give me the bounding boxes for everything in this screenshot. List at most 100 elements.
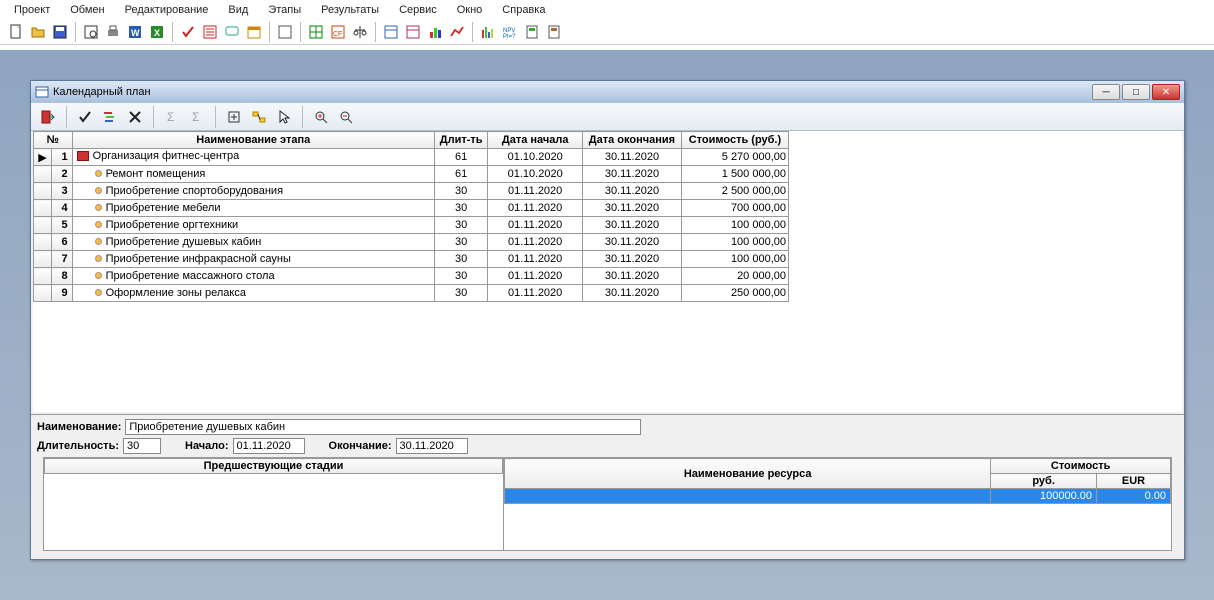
table-row[interactable]: 4Приобретение мебели3001.11.202030.11.20… xyxy=(34,200,789,217)
chart2-icon[interactable] xyxy=(447,22,467,42)
cell-de: 30.11.2020 xyxy=(583,251,682,268)
stages-table-wrap: № Наименование этапа Длит-ть Дата начала… xyxy=(33,131,1182,302)
table-row[interactable]: 7Приобретение инфракрасной сауны3001.11.… xyxy=(34,251,789,268)
row-pointer xyxy=(34,217,52,234)
menu-help[interactable]: Справка xyxy=(492,2,555,18)
table2-icon[interactable] xyxy=(403,22,423,42)
eur-header[interactable]: EUR xyxy=(1096,474,1170,489)
chat-icon[interactable] xyxy=(222,22,242,42)
close-button[interactable]: ✕ xyxy=(1152,84,1180,100)
cost-header[interactable]: Стоимость xyxy=(991,459,1171,474)
excel-icon[interactable]: X xyxy=(147,22,167,42)
table-row[interactable]: ▶1Организация фитнес-центра6101.10.20203… xyxy=(34,149,789,166)
predecessors-body[interactable] xyxy=(44,474,503,534)
cell-dur: 30 xyxy=(434,251,487,268)
apply-icon[interactable] xyxy=(74,106,96,128)
table-row[interactable]: 3Приобретение спортоборудования3001.11.2… xyxy=(34,183,789,200)
word-icon[interactable]: W xyxy=(125,22,145,42)
col-num[interactable]: № xyxy=(34,132,73,149)
row-number: 7 xyxy=(51,251,72,268)
npv-icon[interactable]: NPVPI=? xyxy=(500,22,520,42)
resource-name-cell xyxy=(505,489,991,504)
rub-header[interactable]: руб. xyxy=(991,474,1097,489)
add-icon[interactable] xyxy=(223,106,245,128)
svg-text:PI=?: PI=? xyxy=(503,34,516,40)
sum2-icon[interactable]: Σ xyxy=(186,106,208,128)
window-title: Календарный план xyxy=(53,86,151,98)
cell-cost: 1 500 000,00 xyxy=(681,166,788,183)
menu-stages[interactable]: Этапы xyxy=(258,2,311,18)
row-pointer xyxy=(34,268,52,285)
table1-icon[interactable] xyxy=(381,22,401,42)
row-pointer xyxy=(34,200,52,217)
resource-name-header[interactable]: Наименование ресурса xyxy=(505,459,991,489)
table-row[interactable]: 8Приобретение массажного стола3001.11.20… xyxy=(34,268,789,285)
table-row[interactable]: 5Приобретение оргтехники3001.11.202030.1… xyxy=(34,217,789,234)
menu-edit[interactable]: Редактирование xyxy=(115,2,219,18)
sum1-icon[interactable]: Σ xyxy=(161,106,183,128)
new-icon[interactable] xyxy=(6,22,26,42)
cell-ds: 01.11.2020 xyxy=(488,234,583,251)
table-row[interactable]: 2Ремонт помещения6101.10.202030.11.20201… xyxy=(34,166,789,183)
cell-cost: 20 000,00 xyxy=(681,268,788,285)
menu-service[interactable]: Сервис xyxy=(389,2,447,18)
main-toolbar: W X CF NPVPI=? xyxy=(0,20,1214,45)
titlebar[interactable]: Календарный план ─ □ ✕ xyxy=(31,81,1184,103)
open-icon[interactable] xyxy=(28,22,48,42)
cell-ds: 01.11.2020 xyxy=(488,251,583,268)
name-input[interactable] xyxy=(125,419,641,435)
workspace: Календарный план ─ □ ✕ Σ Σ xyxy=(0,50,1214,600)
zoom-in-icon[interactable] xyxy=(310,106,332,128)
table-row[interactable]: 9Оформление зоны релакса3001.11.202030.1… xyxy=(34,285,789,302)
calendar-icon[interactable] xyxy=(244,22,264,42)
link-icon[interactable] xyxy=(248,106,270,128)
col-start[interactable]: Дата начала xyxy=(488,132,583,149)
menu-view[interactable]: Вид xyxy=(218,2,258,18)
resource-row[interactable]: 100000.00 0.00 xyxy=(505,489,1171,504)
report2-icon[interactable] xyxy=(544,22,564,42)
col-cost[interactable]: Стоимость (руб.) xyxy=(681,132,788,149)
preview-icon[interactable] xyxy=(81,22,101,42)
cell-dur: 30 xyxy=(434,183,487,200)
stages-table[interactable]: № Наименование этапа Длит-ть Дата начала… xyxy=(33,131,789,302)
save-icon[interactable] xyxy=(50,22,70,42)
row-number: 8 xyxy=(51,268,72,285)
start-input[interactable] xyxy=(233,438,305,454)
col-name[interactable]: Наименование этапа xyxy=(72,132,434,149)
menu-results[interactable]: Результаты xyxy=(311,2,389,18)
row-pointer xyxy=(34,251,52,268)
svg-text:X: X xyxy=(154,28,160,38)
menu-exchange[interactable]: Обмен xyxy=(60,2,114,18)
cell-dur: 30 xyxy=(434,285,487,302)
end-input[interactable] xyxy=(396,438,468,454)
cell-cost: 2 500 000,00 xyxy=(681,183,788,200)
col-end[interactable]: Дата окончания xyxy=(583,132,682,149)
pointer-icon[interactable] xyxy=(273,106,295,128)
menu-window[interactable]: Окно xyxy=(447,2,493,18)
print-icon[interactable] xyxy=(103,22,123,42)
predecessors-header[interactable]: Предшествующие стадии xyxy=(45,459,503,474)
form-icon[interactable] xyxy=(275,22,295,42)
resources-body[interactable] xyxy=(504,504,1171,550)
check-icon[interactable] xyxy=(178,22,198,42)
table-blank xyxy=(33,302,1182,412)
exit-icon[interactable] xyxy=(37,106,59,128)
gantt-icon[interactable] xyxy=(99,106,121,128)
cell-cost: 100 000,00 xyxy=(681,217,788,234)
report1-icon[interactable] xyxy=(522,22,542,42)
label-dur: Длительность: xyxy=(37,440,119,452)
grid-icon[interactable] xyxy=(306,22,326,42)
balance-icon[interactable] xyxy=(350,22,370,42)
menu-project[interactable]: Проект xyxy=(4,2,60,18)
list-icon[interactable] xyxy=(200,22,220,42)
duration-input[interactable] xyxy=(123,438,161,454)
maximize-button[interactable]: □ xyxy=(1122,84,1150,100)
delete-icon[interactable] xyxy=(124,106,146,128)
minimize-button[interactable]: ─ xyxy=(1092,84,1120,100)
bars-icon[interactable] xyxy=(478,22,498,42)
cf-icon[interactable]: CF xyxy=(328,22,348,42)
chart1-icon[interactable] xyxy=(425,22,445,42)
table-row[interactable]: 6Приобретение душевых кабин3001.11.20203… xyxy=(34,234,789,251)
col-dur[interactable]: Длит-ть xyxy=(434,132,487,149)
zoom-out-icon[interactable] xyxy=(335,106,357,128)
